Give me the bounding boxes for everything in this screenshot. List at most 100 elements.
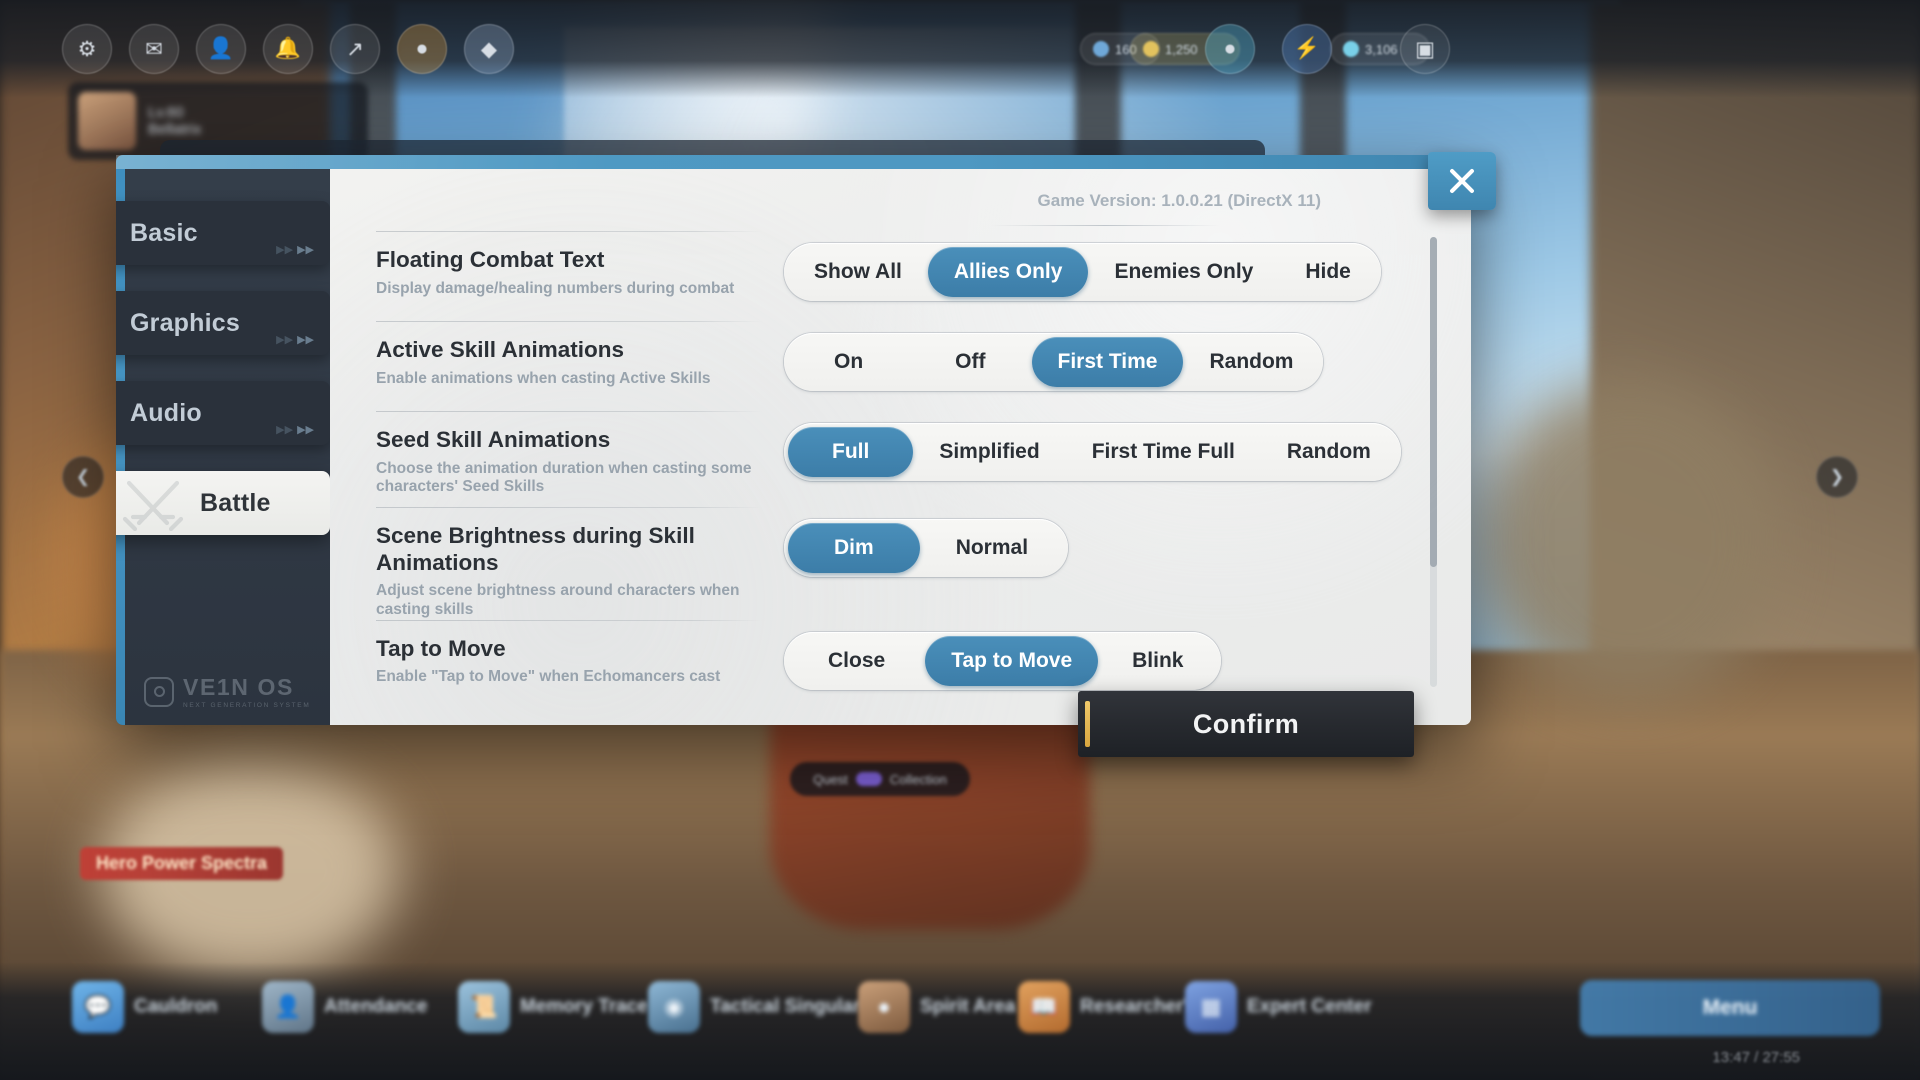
bottom-nav-label: Attendance [324, 996, 428, 1017]
option-allies-only[interactable]: Allies Only [927, 247, 1089, 297]
option-hide[interactable]: Hide [1279, 247, 1377, 297]
friends-icon[interactable]: 👤 [196, 24, 246, 74]
setting-title: Tap to Move [376, 635, 506, 661]
sidebar-item-label: Basic [130, 218, 198, 247]
segmented-control-tap-to-move: Close Tap to Move Blink [784, 631, 1222, 690]
setting-description: Adjust scene brightness around character… [376, 582, 740, 618]
sidebar-item-label: Battle [200, 488, 271, 517]
settings-list: Floating Combat Text Display damage/heal… [330, 231, 1471, 725]
brand-subtitle: NEXT GENERATION SYSTEM [183, 702, 311, 709]
scroll-left-arrow[interactable]: ❮ [62, 456, 104, 498]
option-full[interactable]: Full [788, 427, 914, 477]
menu-button[interactable]: Menu [1580, 980, 1880, 1036]
option-dim[interactable]: Dim [788, 523, 920, 573]
segmented-control-scene-brightness: Dim Normal [784, 519, 1069, 577]
segmented-control-active-skill-animations: On Off First Time Random [784, 333, 1324, 391]
sidebar-item-label: Graphics [130, 308, 240, 337]
toggle-switch[interactable] [855, 772, 882, 786]
sidebar-item-basic[interactable]: Basic ▶▶ ▶▶ [116, 201, 330, 265]
option-normal[interactable]: Normal [920, 523, 1064, 573]
sidebar-item-audio[interactable]: Audio ▶▶ ▶▶ [116, 381, 330, 445]
bell-icon[interactable]: 🔔 [263, 24, 313, 74]
close-button[interactable] [1428, 152, 1496, 210]
bottom-nav-label: Spirit Area [920, 996, 1016, 1017]
option-simplified[interactable]: Simplified [913, 427, 1065, 477]
setting-title: Seed Skill Animations [376, 427, 611, 452]
sidebar-tab-list: Basic ▶▶ ▶▶ Graphics ▶▶ ▶▶ Audio ▶▶ ▶▶ B… [116, 201, 330, 561]
ticket-icon[interactable]: ▣ [1400, 24, 1450, 74]
row-divider [376, 411, 762, 412]
chevron-double-right-icon: ▶▶ ▶▶ [276, 424, 314, 436]
option-blink[interactable]: Blink [1098, 636, 1217, 686]
scrollbar-thumb[interactable] [1430, 237, 1437, 567]
game-version-label: Game Version: 1.0.0.21 (DirectX 11) [1037, 191, 1321, 210]
bottom-nav-label: Researcher's [1080, 996, 1199, 1017]
stamina-icon [1093, 41, 1109, 57]
option-first-time[interactable]: First Time [1031, 337, 1184, 387]
player-level: Lv.60 [148, 104, 184, 121]
option-first-time-full[interactable]: First Time Full [1066, 427, 1261, 477]
chat-icon: 💬 [72, 981, 124, 1033]
close-icon [1450, 169, 1474, 193]
option-random[interactable]: Random [1261, 427, 1397, 477]
bottom-nav-label: Memory Trace [520, 996, 648, 1017]
collection-label: Collection [889, 771, 947, 787]
avatar [78, 92, 136, 150]
gear-icon[interactable]: ⚙ [62, 24, 112, 74]
sidebar-item-battle[interactable]: Battle [116, 471, 330, 535]
mail-icon[interactable]: ✉ [129, 24, 179, 74]
setting-row-floating-combat-text: Floating Combat Text Display damage/heal… [330, 231, 1471, 321]
game-bottom-bar: 💬 Cauldron 👤 Attendance 📜 Memory Trace ◉… [0, 962, 1920, 1080]
bottom-nav-item[interactable]: 💬 Cauldron [72, 978, 217, 1036]
setting-title: Scene Brightness during Skill Animations [376, 523, 695, 575]
brand-name: VE1N OS [183, 674, 294, 700]
option-enemies-only[interactable]: Enemies Only [1088, 247, 1279, 297]
setting-row-scene-brightness: Scene Brightness during Skill Animations… [330, 507, 1471, 620]
setting-title: Floating Combat Text [376, 247, 605, 272]
segmented-control-seed-skill-animations: Full Simplified First Time Full Random [784, 423, 1401, 481]
confirm-button[interactable]: Confirm [1078, 691, 1414, 757]
scroll-right-arrow[interactable]: ❯ [1816, 456, 1858, 498]
veinos-mark-icon [144, 676, 174, 707]
avatar[interactable]: ● [1205, 24, 1255, 74]
currency-icon [1143, 41, 1159, 57]
setting-description: Enable "Tap to Move" when Echomancers ca… [376, 668, 721, 686]
scrollbar-track[interactable] [1430, 237, 1437, 687]
premium-value: 3,106 [1365, 41, 1398, 57]
target-icon: ◉ [648, 981, 700, 1033]
confirm-button-label: Confirm [1192, 708, 1300, 739]
option-off[interactable]: Off [909, 337, 1031, 387]
crossed-swords-icon [122, 480, 184, 531]
row-divider [376, 231, 762, 232]
bottom-nav-item[interactable]: ● Spirit Area [858, 978, 1015, 1036]
bottom-nav-item[interactable]: ◉ Tactical Singularity [648, 978, 883, 1036]
row-divider [376, 619, 762, 621]
event-banner[interactable]: Hero Power Spectra [80, 847, 284, 880]
bottom-nav-item[interactable]: ▦ Expert Center [1185, 978, 1372, 1036]
setting-description: Enable animations when casting Active Sk… [376, 369, 711, 387]
brand-logo: VE1N OS NEXT GENERATION SYSTEM [144, 674, 310, 709]
player-name: Bellatrix [148, 121, 202, 138]
bottom-nav-item[interactable]: 📖 Researcher's [1018, 978, 1199, 1036]
settings-modal: Basic ▶▶ ▶▶ Graphics ▶▶ ▶▶ Audio ▶▶ ▶▶ B… [116, 155, 1471, 725]
chevron-double-right-icon: ▶▶ ▶▶ [276, 334, 314, 346]
option-on[interactable]: On [788, 337, 909, 387]
bottom-nav-item[interactable]: 👤 Attendance [262, 978, 427, 1036]
sidebar-item-graphics[interactable]: Graphics ▶▶ ▶▶ [116, 291, 330, 355]
option-random[interactable]: Random [1183, 337, 1319, 387]
option-tap-to-move[interactable]: Tap to Move [925, 635, 1099, 686]
quest-collection-pill[interactable]: Quest Collection [790, 762, 970, 796]
currency-value: 1,250 [1165, 41, 1198, 57]
row-divider [376, 321, 762, 322]
option-close[interactable]: Close [788, 636, 925, 686]
energy-icon[interactable]: ⚡ [1282, 24, 1332, 74]
gem-icon[interactable]: ◆ [464, 24, 514, 74]
coin-icon[interactable]: ● [397, 24, 447, 74]
settings-content: Game Version: 1.0.0.21 (DirectX 11) Floa… [330, 169, 1471, 725]
setting-description: Display damage/healing numbers during co… [376, 279, 735, 297]
portrait-icon: ● [858, 981, 910, 1033]
bottom-nav-item[interactable]: 📜 Memory Trace [458, 978, 648, 1036]
bottom-nav-label: Expert Center [1247, 996, 1372, 1017]
share-icon[interactable]: ↗ [330, 24, 380, 74]
option-show-all[interactable]: Show All [788, 247, 928, 297]
